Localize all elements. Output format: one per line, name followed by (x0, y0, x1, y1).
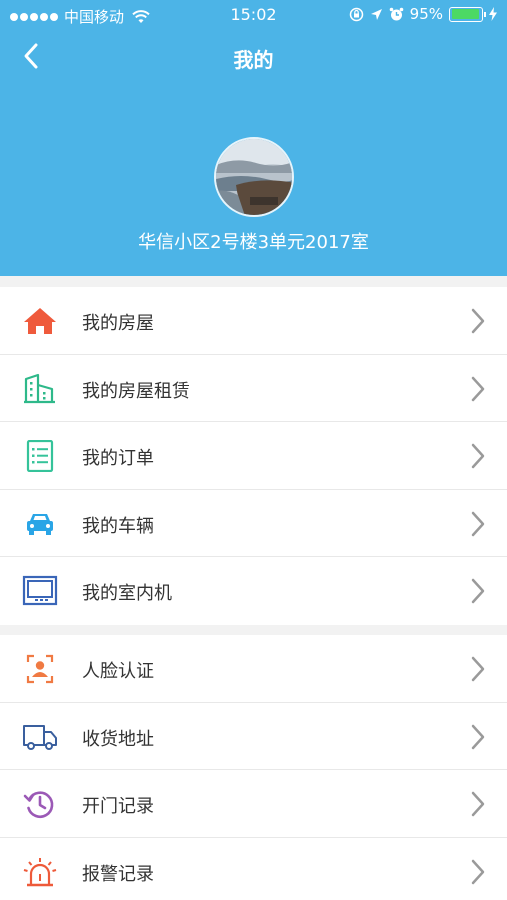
rotation-lock-icon (349, 7, 363, 21)
truck-icon (23, 724, 57, 750)
chevron-right-icon (471, 511, 485, 536)
navigation-bar: 我的 (0, 30, 507, 86)
menu-item-alarm-records[interactable]: 报警记录 (0, 837, 507, 900)
menu-item-my-vehicles[interactable]: 我的车辆 (0, 489, 507, 557)
page-title: 我的 (233, 48, 274, 72)
status-bar: 中国移动 15:02 95% (0, 0, 507, 30)
menu-item-label: 报警记录 (82, 863, 154, 885)
chevron-right-icon (471, 791, 485, 817)
menu-item-my-indoor-unit[interactable]: 我的室内机 (0, 557, 507, 625)
monitor-icon (22, 575, 58, 606)
menu-item-label: 开门记录 (82, 796, 154, 817)
menu-item-my-house-rental[interactable]: 我的房屋租赁 (0, 354, 507, 422)
menu-item-label: 我的室内机 (82, 583, 172, 604)
menu-group-secondary: 人脸认证 收货地址 开门记录 报警记录 (0, 635, 507, 900)
chevron-right-icon (471, 724, 485, 749)
menu-item-my-orders[interactable]: 我的订单 (0, 422, 507, 490)
chevron-right-icon (471, 656, 485, 682)
chevron-right-icon (471, 443, 485, 469)
menu-group-primary: 我的房屋 我的房屋租赁 我的订单 我的车辆 我的室内机 (0, 287, 507, 625)
location-arrow-icon (370, 8, 382, 20)
menu-item-label: 我的房屋租赁 (82, 380, 190, 402)
list-icon (26, 440, 54, 472)
battery-percent: 95% (409, 5, 443, 23)
alarm-clock-icon (389, 7, 403, 20)
chevron-right-icon (471, 376, 485, 401)
menu-item-label: 人脸认证 (82, 661, 154, 682)
car-icon (27, 513, 53, 535)
chevron-right-icon (471, 308, 485, 334)
face-scan-icon (26, 654, 54, 684)
menu-item-shipping-address[interactable]: 收货地址 (0, 702, 507, 770)
avatar[interactable] (214, 137, 294, 217)
menu-item-face-verification[interactable]: 人脸认证 (0, 635, 507, 703)
building-icon (24, 373, 55, 403)
chevron-right-icon (471, 578, 485, 604)
menu-item-door-open-records[interactable]: 开门记录 (0, 770, 507, 838)
menu-item-label: 我的房屋 (82, 313, 154, 334)
battery-icon (449, 6, 486, 22)
menu-item-label: 我的订单 (82, 448, 154, 469)
chevron-right-icon (471, 859, 485, 884)
profile-header: 中国移动 15:02 95% 我的 华信小区2号楼3单元2017室 (0, 0, 507, 276)
profile-address: 华信小区2号楼3单元2017室 (138, 232, 369, 253)
avatar-photo (216, 139, 292, 215)
menu-item-label: 我的车辆 (82, 515, 154, 537)
alarm-icon (23, 857, 57, 886)
menu-item-label: 收货地址 (82, 728, 154, 750)
house-icon (24, 308, 56, 334)
charging-bolt-icon (489, 7, 497, 21)
menu-item-my-house[interactable]: 我的房屋 (0, 287, 507, 355)
history-icon (23, 791, 54, 818)
